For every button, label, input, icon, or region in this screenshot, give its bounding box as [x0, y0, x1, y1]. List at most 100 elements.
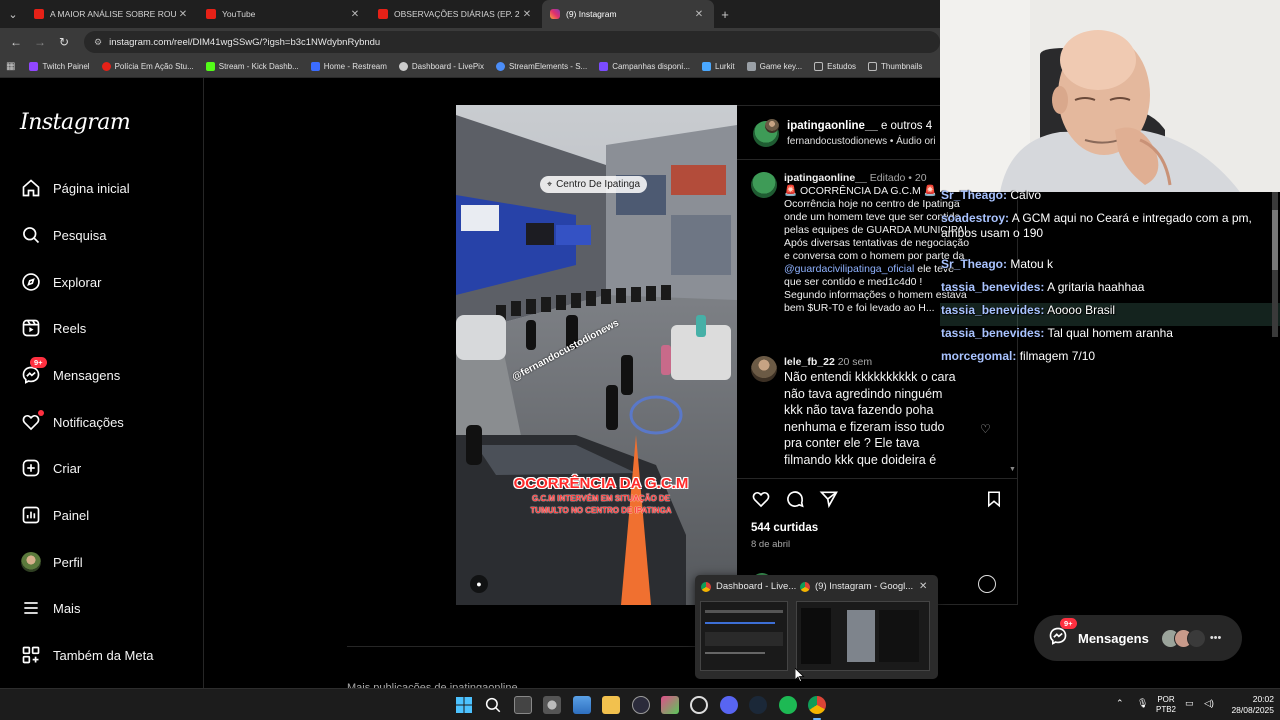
comment-line: pra conter ele ? Ele tava: [784, 436, 920, 450]
tagged-users-icon[interactable]: ●: [470, 575, 488, 593]
capcut-icon[interactable]: [661, 696, 679, 714]
file-explorer-icon[interactable]: [602, 696, 620, 714]
author-username[interactable]: ipatingaonline__: [787, 120, 878, 132]
chrome-icon[interactable]: [808, 696, 826, 714]
bookmark-folder[interactable]: Estudos: [814, 62, 856, 71]
scroll-down-arrow-icon[interactable]: ▼: [1009, 466, 1016, 473]
instagram-logo[interactable]: Instagram: [20, 110, 131, 135]
close-icon[interactable]: ✕: [919, 581, 927, 592]
tab-search-button[interactable]: ⌄: [0, 1, 26, 27]
task-view-icon[interactable]: [514, 696, 532, 714]
save-bookmark-icon[interactable]: [985, 489, 1003, 509]
bookmark-item[interactable]: Stream - Kick Dashb...: [205, 62, 299, 71]
settings-gear-icon[interactable]: [543, 696, 561, 714]
like-count[interactable]: 544 curtidas: [751, 522, 818, 534]
sidebar-item-home[interactable]: Página inicial: [20, 173, 130, 203]
site-info-icon[interactable]: ⚙: [94, 37, 102, 48]
new-tab-button[interactable]: +: [714, 7, 736, 22]
photos-icon[interactable]: [573, 696, 591, 714]
keyboard-layout[interactable]: POR PTB2: [1156, 695, 1176, 715]
spotify-icon[interactable]: [779, 696, 797, 714]
close-icon[interactable]: ✕: [348, 9, 362, 20]
sidebar-item-profile[interactable]: Perfil: [20, 547, 83, 577]
reel-video[interactable]: ⌖ Centro De Ipatinga @fernandocustodione…: [456, 105, 737, 605]
sidebar-item-reels[interactable]: Reels: [20, 313, 86, 343]
bookmark-item[interactable]: Game key...: [746, 62, 803, 71]
browser-tab[interactable]: OBSERVAÇÕES DIÁRIAS (EP. 25 ✕: [370, 0, 542, 28]
sidebar-item-search[interactable]: Pesquisa: [20, 220, 106, 250]
close-icon[interactable]: ✕: [176, 9, 190, 20]
microphone-icon[interactable]: 🎙: [1137, 698, 1148, 708]
reload-icon[interactable]: ↻: [52, 35, 76, 49]
caption-avatar[interactable]: [751, 172, 777, 198]
windows-start-icon[interactable]: [455, 696, 473, 714]
bookmark-label: Stream - Kick Dashb...: [218, 62, 299, 71]
post-authors[interactable]: ipatingaonline__ e outros 4: [787, 120, 932, 132]
sidebar-item-dashboard[interactable]: Painel: [20, 500, 89, 530]
preview-thumbnail-1[interactable]: [700, 601, 788, 671]
bookmark-item[interactable]: Twitch Painel: [29, 62, 90, 71]
comment-like-icon[interactable]: ♡: [980, 422, 991, 436]
chat-username: Sr_Theago:: [941, 257, 1008, 271]
clock-time: 20:02: [1252, 694, 1274, 704]
comment-bubble-icon[interactable]: [785, 489, 805, 509]
headline-text: OCORRÊNCIA DA G.C.M: [513, 475, 689, 492]
forward-icon[interactable]: →: [28, 35, 52, 49]
sidebar-item-more[interactable]: Mais: [20, 593, 80, 623]
more-options-icon[interactable]: •••: [1210, 632, 1222, 644]
tray-overflow-icon[interactable]: ⌃: [1116, 698, 1124, 708]
unread-badge: 9+: [1060, 617, 1077, 629]
preview-window-1[interactable]: Dashboard - Live...: [701, 581, 796, 592]
heart-icon: [20, 410, 44, 433]
obs-icon[interactable]: [632, 696, 650, 714]
comment-username[interactable]: lele_fb_22: [784, 356, 835, 368]
close-icon[interactable]: ✕: [692, 9, 706, 20]
sidebar-item-create[interactable]: Criar: [20, 453, 81, 483]
bookmark-folder[interactable]: Thumbnails: [868, 62, 922, 71]
volume-icon[interactable]: ◁): [1204, 698, 1214, 708]
bookmark-item[interactable]: Dashboard - LivePix: [398, 62, 484, 71]
app-icon[interactable]: [690, 696, 708, 714]
sidebar-item-also-from-meta[interactable]: Também da Meta: [20, 640, 153, 670]
coauthors-count[interactable]: e outros 4: [878, 120, 932, 132]
location-tag[interactable]: ⌖ Centro De Ipatinga: [540, 176, 648, 193]
messages-floating-button[interactable]: 9+ Mensagens •••: [1034, 615, 1242, 661]
browser-tab-active[interactable]: (9) Instagram ✕: [542, 0, 714, 28]
address-bar[interactable]: ⚙ instagram.com/reel/DIM41wgSSwG/?igsh=b…: [84, 31, 940, 53]
back-icon[interactable]: ←: [4, 35, 28, 49]
preview-window-2[interactable]: (9) Instagram - Googl...: [800, 581, 913, 592]
sidebar-item-explore[interactable]: Explorar: [20, 267, 101, 297]
emoji-icon[interactable]: [978, 575, 996, 593]
steam-icon[interactable]: [749, 696, 767, 714]
bookmark-item[interactable]: Lurkit: [702, 62, 735, 71]
caption-username[interactable]: ipatingaonline__: [784, 172, 867, 184]
preview-thumbnail-2[interactable]: [796, 601, 930, 671]
webcam-person-illustration: [940, 0, 1280, 192]
system-clock[interactable]: 20:02 28/08/2025: [1224, 694, 1274, 716]
bookmark-item[interactable]: StreamElements - S...: [495, 62, 587, 71]
bookmark-item[interactable]: Polícia Em Ação Stu...: [101, 62, 194, 71]
network-icon[interactable]: ▭: [1185, 698, 1194, 708]
bookmark-label: Game key...: [759, 62, 803, 71]
sidebar-item-notifications[interactable]: Notificações: [20, 407, 124, 437]
discord-icon[interactable]: [720, 696, 738, 714]
chat-scrollbar[interactable]: [1272, 192, 1278, 337]
messenger-icon: 9+: [20, 357, 47, 386]
mention-link[interactable]: @guardacivilipatinga_oficial: [784, 263, 914, 275]
recent-contacts: [1160, 628, 1206, 648]
bookmark-item[interactable]: Home - Restream: [310, 62, 387, 71]
audio-source[interactable]: fernandocustodionews • Áudio ori: [787, 136, 936, 147]
browser-tab[interactable]: YouTube ✕: [198, 0, 370, 28]
commenter-avatar[interactable]: [751, 356, 777, 382]
share-send-icon[interactable]: [819, 489, 839, 509]
sidebar-item-messages[interactable]: 9+ Mensagens: [20, 357, 120, 390]
scrollbar-thumb[interactable]: [1272, 210, 1278, 270]
search-icon[interactable]: [484, 696, 502, 714]
browser-tab[interactable]: A MAIOR ANÁLISE SOBRE ROUPAS ✕: [26, 0, 198, 28]
close-icon[interactable]: ✕: [520, 9, 534, 20]
coauthor-avatar[interactable]: [765, 119, 779, 133]
bookmark-label: Estudos: [827, 62, 857, 71]
apps-grid-icon[interactable]: ▦: [6, 61, 15, 72]
bookmark-item[interactable]: Campanhas disponí...: [599, 62, 690, 71]
like-heart-icon[interactable]: [751, 489, 771, 509]
